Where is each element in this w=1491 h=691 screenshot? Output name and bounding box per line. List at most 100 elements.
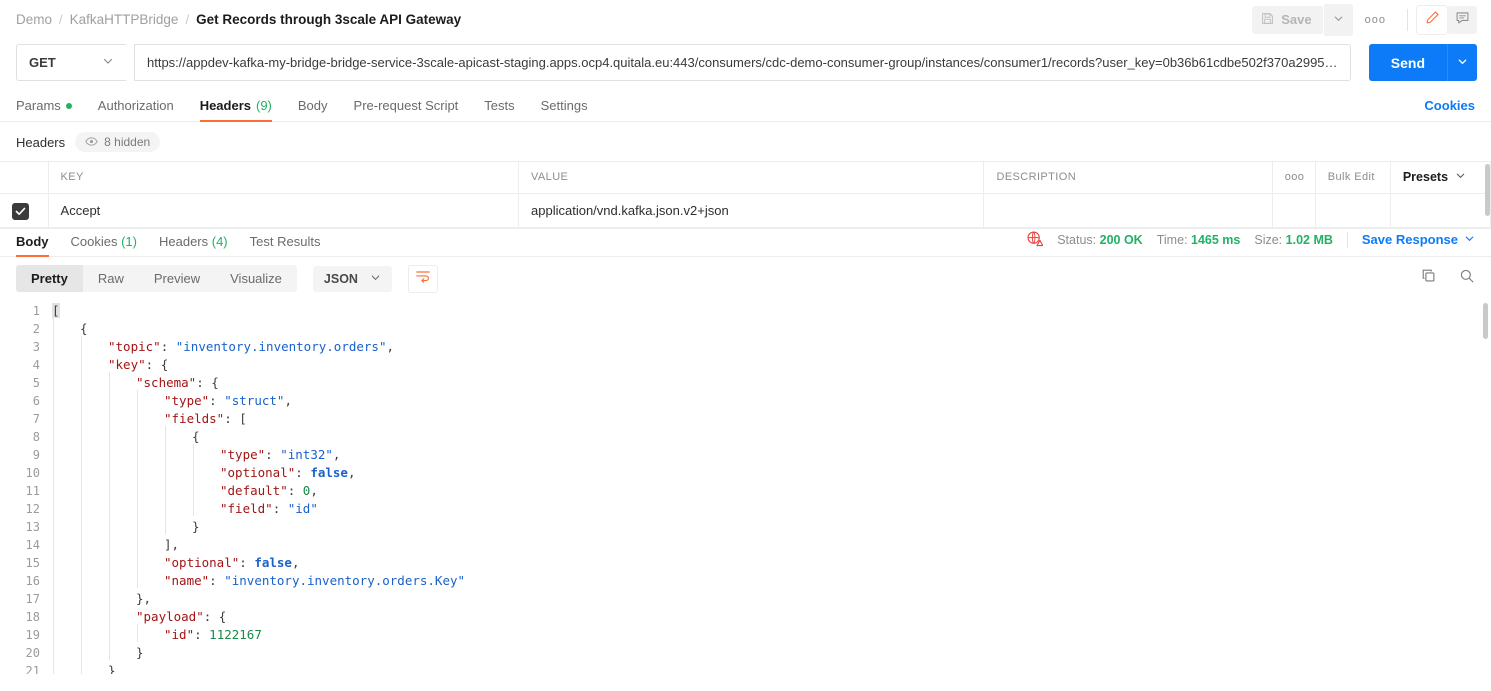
code-token: : { xyxy=(145,356,169,372)
headers-table-more-button[interactable]: ooo xyxy=(1272,162,1316,194)
code-line-content: "id": 1122167 xyxy=(52,623,1491,644)
code-text: "id": 1122167 xyxy=(52,627,262,642)
send-button[interactable]: Send xyxy=(1368,44,1447,81)
code-text: } xyxy=(52,645,144,660)
top-bar: Demo / KafkaHTTPBridge / Get Records thr… xyxy=(0,0,1491,39)
code-text: "field": "id" xyxy=(52,501,318,516)
code-token: : xyxy=(287,482,303,498)
tab-headers[interactable]: Headers (9) xyxy=(199,98,273,122)
breadcrumb-collection[interactable]: KafkaHTTPBridge xyxy=(70,12,179,27)
code-line-content: [ xyxy=(52,302,1491,320)
code-line-content: "optional": false, xyxy=(52,461,1491,482)
response-tab-test-results[interactable]: Test Results xyxy=(250,234,321,257)
presets-dropdown[interactable]: Presets xyxy=(1390,162,1491,194)
code-token: : { xyxy=(203,608,227,624)
tab-params[interactable]: Params xyxy=(16,98,72,122)
tab-pre-request-script[interactable]: Pre-request Script xyxy=(354,98,459,122)
headers-table-container: KEY VALUE DESCRIPTION ooo Bulk Edit Pres… xyxy=(0,161,1491,228)
response-body-viewer[interactable]: 1[2{3 "topic": "inventory.inventory.order… xyxy=(0,300,1491,674)
code-token: "inventory.inventory.orders" xyxy=(175,338,387,354)
code-line: 10 "optional": false, xyxy=(0,461,1491,482)
http-method-select[interactable]: GET xyxy=(16,44,126,81)
line-number: 12 xyxy=(25,501,40,516)
chevron-down-icon xyxy=(1464,232,1475,247)
code-token: "schema" xyxy=(136,374,197,390)
response-tab-body[interactable]: Body xyxy=(16,234,49,257)
line-number: 14 xyxy=(25,537,40,552)
comments-button[interactable] xyxy=(1447,5,1477,34)
code-line-content: "type": "struct", xyxy=(52,389,1491,410)
code-token: } xyxy=(192,518,200,534)
line-number: 20 xyxy=(25,645,40,660)
size-value: 1.02 MB xyxy=(1285,232,1333,247)
header-enabled-checkbox[interactable] xyxy=(12,203,29,220)
code-token: "optional" xyxy=(164,554,240,570)
save-button[interactable]: Save xyxy=(1252,5,1323,34)
response-tab-cookies[interactable]: Cookies (1) xyxy=(71,234,137,257)
top-bar-actions: Save ooo xyxy=(1252,3,1477,36)
copy-icon[interactable] xyxy=(1421,268,1437,289)
comment-icon xyxy=(1455,10,1470,30)
code-line: 13} xyxy=(0,515,1491,536)
tab-tests[interactable]: Tests xyxy=(484,98,514,122)
response-tab-headers[interactable]: Headers (4) xyxy=(159,234,228,257)
code-token: , xyxy=(347,464,356,480)
chevron-down-icon xyxy=(1455,170,1466,184)
more-actions-button[interactable]: ooo xyxy=(1353,8,1398,32)
language-select[interactable]: JSON xyxy=(312,265,392,292)
code-line: 8{ xyxy=(0,425,1491,446)
header-row-checkbox-cell[interactable] xyxy=(0,193,49,228)
tab-params-label: Params xyxy=(16,98,61,113)
response-tab-headers-count: (4) xyxy=(211,233,228,249)
code-token: [ xyxy=(52,302,60,318)
code-line-content: "schema": { xyxy=(52,371,1491,392)
response-body-scrollbar[interactable] xyxy=(1483,302,1488,339)
floppy-disk-icon xyxy=(1261,12,1274,28)
params-modified-dot xyxy=(65,102,72,109)
tab-body[interactable]: Body xyxy=(298,98,328,122)
headers-table-scrollbar[interactable] xyxy=(1485,164,1490,216)
tab-authorization[interactable]: Authorization xyxy=(98,98,174,122)
code-line-content: } xyxy=(52,641,1491,662)
header-row-key[interactable]: Accept xyxy=(48,193,520,228)
code-token: "topic" xyxy=(108,338,161,354)
code-token: } xyxy=(136,644,144,660)
line-number: 19 xyxy=(25,627,40,642)
code-text: "type": "int32", xyxy=(52,447,340,462)
header-row-value[interactable]: application/vnd.kafka.json.v2+json xyxy=(518,193,985,228)
save-dropdown-button[interactable] xyxy=(1323,3,1353,36)
line-number: 8 xyxy=(32,429,40,444)
size-badge: Size: 1.02 MB xyxy=(1254,233,1333,247)
code-line-content: "name": "inventory.inventory.orders.Key" xyxy=(52,569,1491,590)
search-icon[interactable] xyxy=(1459,268,1475,289)
save-response-button[interactable]: Save Response xyxy=(1362,232,1475,247)
cookies-link[interactable]: Cookies xyxy=(1424,98,1475,122)
globe-warning-icon[interactable] xyxy=(1026,230,1044,250)
header-col-checkbox xyxy=(0,162,49,194)
word-wrap-button[interactable] xyxy=(407,264,438,293)
header-col-description: DESCRIPTION xyxy=(983,162,1273,194)
table-row[interactable]: Accept application/vnd.kafka.json.v2+jso… xyxy=(0,193,1491,228)
code-token: , xyxy=(284,392,292,408)
view-mode-visualize[interactable]: Visualize xyxy=(215,265,297,292)
time-label: Time: xyxy=(1156,232,1188,247)
view-mode-pretty[interactable]: Pretty xyxy=(16,265,83,292)
view-mode-preview[interactable]: Preview xyxy=(139,265,215,292)
breadcrumb-workspace[interactable]: Demo xyxy=(16,12,52,27)
edit-documentation-button[interactable] xyxy=(1417,5,1447,34)
view-mode-raw[interactable]: Raw xyxy=(83,265,139,292)
code-text: } xyxy=(52,519,200,534)
bulk-edit-button[interactable]: Bulk Edit xyxy=(1315,162,1391,194)
code-token: } xyxy=(108,662,116,674)
send-options-button[interactable] xyxy=(1447,44,1477,81)
code-line: 14], xyxy=(0,533,1491,554)
hidden-headers-toggle[interactable]: 8 hidden xyxy=(75,132,161,152)
header-row-description[interactable] xyxy=(983,193,1273,228)
line-number: 18 xyxy=(25,609,40,624)
breadcrumb-request-name: Get Records through 3scale API Gateway xyxy=(196,12,462,27)
tab-settings[interactable]: Settings xyxy=(541,98,588,122)
save-label: Save xyxy=(1281,12,1312,27)
url-input[interactable]: https://appdev-kafka-my-bridge-bridge-se… xyxy=(134,44,1351,81)
http-method-value: GET xyxy=(29,55,56,70)
code-token: "name" xyxy=(164,572,210,588)
